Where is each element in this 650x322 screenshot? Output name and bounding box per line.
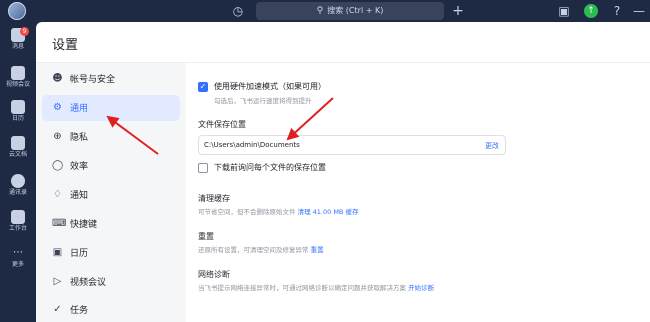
reset-title: 重置 [198, 232, 214, 241]
gear-icon: ⚙ [53, 102, 62, 113]
rail-item-docs[interactable]: 云文档 [0, 134, 36, 170]
nav-item-shortcuts[interactable]: ⌨ 快捷键 [42, 211, 180, 237]
rail-item-contacts[interactable]: 通讯录 [0, 172, 36, 208]
unread-badge: 9 [20, 27, 29, 36]
reset-link[interactable]: 重置 [311, 246, 324, 254]
reset-row: 还原所有设置，可清理空间及修复异常 重置 [198, 244, 324, 254]
rail-item-meetings[interactable]: 视频会议 [0, 64, 36, 100]
workplace-icon [11, 210, 25, 224]
nav-label: 视频会议 [70, 278, 107, 288]
inbox-settings-icon[interactable]: ▣ [556, 3, 572, 19]
network-row: 当飞书提示网络连接异常时，可通过网络诊断以确定问题并获取解决方案 开始诊断 [198, 282, 434, 292]
rail-item-calendar[interactable]: 日历 [0, 98, 36, 134]
ask-each-time-checkbox[interactable] [198, 163, 208, 173]
nav-label: 帐号与安全 [70, 75, 116, 85]
minimize-icon[interactable]: — [631, 3, 647, 19]
calendar-icon [11, 100, 25, 114]
video-icon: ▷ [53, 276, 62, 287]
rail-item-more[interactable]: ⋯ 更多 [0, 244, 36, 280]
change-path-button[interactable]: 更改 [485, 141, 499, 151]
general-settings: ✓ 使用硬件加速模式（如果可用） 勾选后，飞书运行速度将得到提升 文件保存位置 … [186, 63, 650, 322]
history-icon[interactable]: ◷ [230, 3, 246, 19]
bell-icon: ♢ [53, 189, 62, 200]
search-placeholder: 搜索 (Ctrl + K) [327, 6, 384, 15]
hw-accel-checkbox[interactable]: ✓ [198, 82, 208, 92]
plus-icon[interactable]: + [450, 3, 466, 19]
rail-label: 视频会议 [5, 81, 30, 88]
clear-cache-desc: 可节省空间，但不会删除原始文件 [198, 208, 296, 216]
nav-item-meetings[interactable]: ▷ 视频会议 [42, 269, 180, 295]
nav-item-privacy[interactable]: ⊕ 隐私 [42, 124, 180, 150]
settings-nav: ☻ 帐号与安全 ⚙ 通用 ⊕ 隐私 ◯ 效率 ♢ 通知 ⌨ 快捷键 ▣ 日历 ▷ [36, 63, 186, 322]
help-icon[interactable]: ? [609, 3, 625, 19]
clear-cache-row: 可节省空间，但不会删除原始文件 清理 41.00 MB 缓存 [198, 206, 358, 216]
rail-label: 更多 [11, 261, 24, 268]
nav-label: 效率 [70, 162, 89, 172]
nav-label: 通知 [70, 191, 89, 201]
ask-each-time-label: 下载前询问每个文件的保存位置 [214, 163, 326, 172]
rail-label: 工作台 [8, 225, 27, 232]
rail-item-workplace[interactable]: 工作台 [0, 208, 36, 244]
privacy-icon: ⊕ [53, 131, 62, 142]
nav-item-account-security[interactable]: ☻ 帐号与安全 [42, 66, 180, 92]
save-path-value: C:\Users\admin\Documents [204, 141, 300, 149]
hw-accel-label: 使用硬件加速模式（如果可用） [214, 82, 326, 91]
avatar[interactable] [8, 2, 26, 20]
app-rail: 9 消息 视频会议 日历 云文档 通讯录 工作台 ⋯ 更多 [0, 22, 36, 322]
nav-label: 隐私 [70, 133, 89, 143]
clear-cache-link[interactable]: 清理 41.00 MB 缓存 [298, 208, 359, 216]
hw-accel-desc: 勾选后，飞书运行速度将得到提升 [214, 97, 312, 105]
rail-label: 日历 [11, 115, 24, 122]
network-desc: 当飞书提示网络连接异常时，可通过网络诊断以确定问题并获取解决方案 [198, 284, 406, 292]
nav-label: 快捷键 [70, 220, 98, 230]
nav-item-efficiency[interactable]: ◯ 效率 [42, 153, 180, 179]
nav-label: 日历 [70, 249, 89, 259]
user-icon: ☻ [52, 73, 63, 84]
network-title: 网络诊断 [198, 270, 230, 279]
rail-label: 消息 [11, 43, 24, 50]
more-icon: ⋯ [13, 247, 23, 258]
top-bar: ◷ ⚲ 搜索 (Ctrl + K) + ▣ ↑ ? — [0, 0, 650, 22]
settings-panel: 设置 ☻ 帐号与安全 ⚙ 通用 ⊕ 隐私 ◯ 效率 ♢ 通知 ⌨ 快捷键 ▣ 日… [36, 22, 650, 322]
docs-icon [11, 136, 25, 150]
calendar-icon: ▣ [52, 247, 63, 258]
rail-label: 云文档 [8, 151, 27, 158]
nav-item-general[interactable]: ⚙ 通用 [42, 95, 180, 121]
nav-item-tasks[interactable]: ✓ 任务 [42, 297, 180, 322]
save-location-title: 文件保存位置 [198, 120, 246, 129]
nav-item-calendar[interactable]: ▣ 日历 [42, 240, 180, 266]
task-icon: ✓ [53, 304, 62, 315]
page-title: 设置 [52, 38, 79, 53]
rail-item-messages[interactable]: 9 消息 [0, 26, 36, 62]
save-path-field[interactable]: C:\Users\admin\Documents 更改 [198, 135, 506, 155]
search-input[interactable]: ⚲ 搜索 (Ctrl + K) [256, 2, 444, 20]
nav-label: 任务 [70, 306, 89, 316]
rail-label: 通讯录 [8, 189, 27, 196]
bulb-icon: ◯ [52, 160, 64, 171]
keyboard-icon: ⌨ [52, 218, 67, 229]
nav-label: 通用 [70, 104, 89, 114]
video-icon [11, 66, 25, 80]
reset-desc: 还原所有设置，可清理空间及修复异常 [198, 246, 309, 254]
contacts-icon [11, 174, 25, 188]
clear-cache-title: 清理缓存 [198, 194, 230, 203]
network-diagnose-link[interactable]: 开始诊断 [408, 284, 434, 292]
nav-item-notifications[interactable]: ♢ 通知 [42, 182, 180, 208]
search-icon: ⚲ [316, 6, 324, 16]
update-icon[interactable]: ↑ [584, 4, 598, 18]
